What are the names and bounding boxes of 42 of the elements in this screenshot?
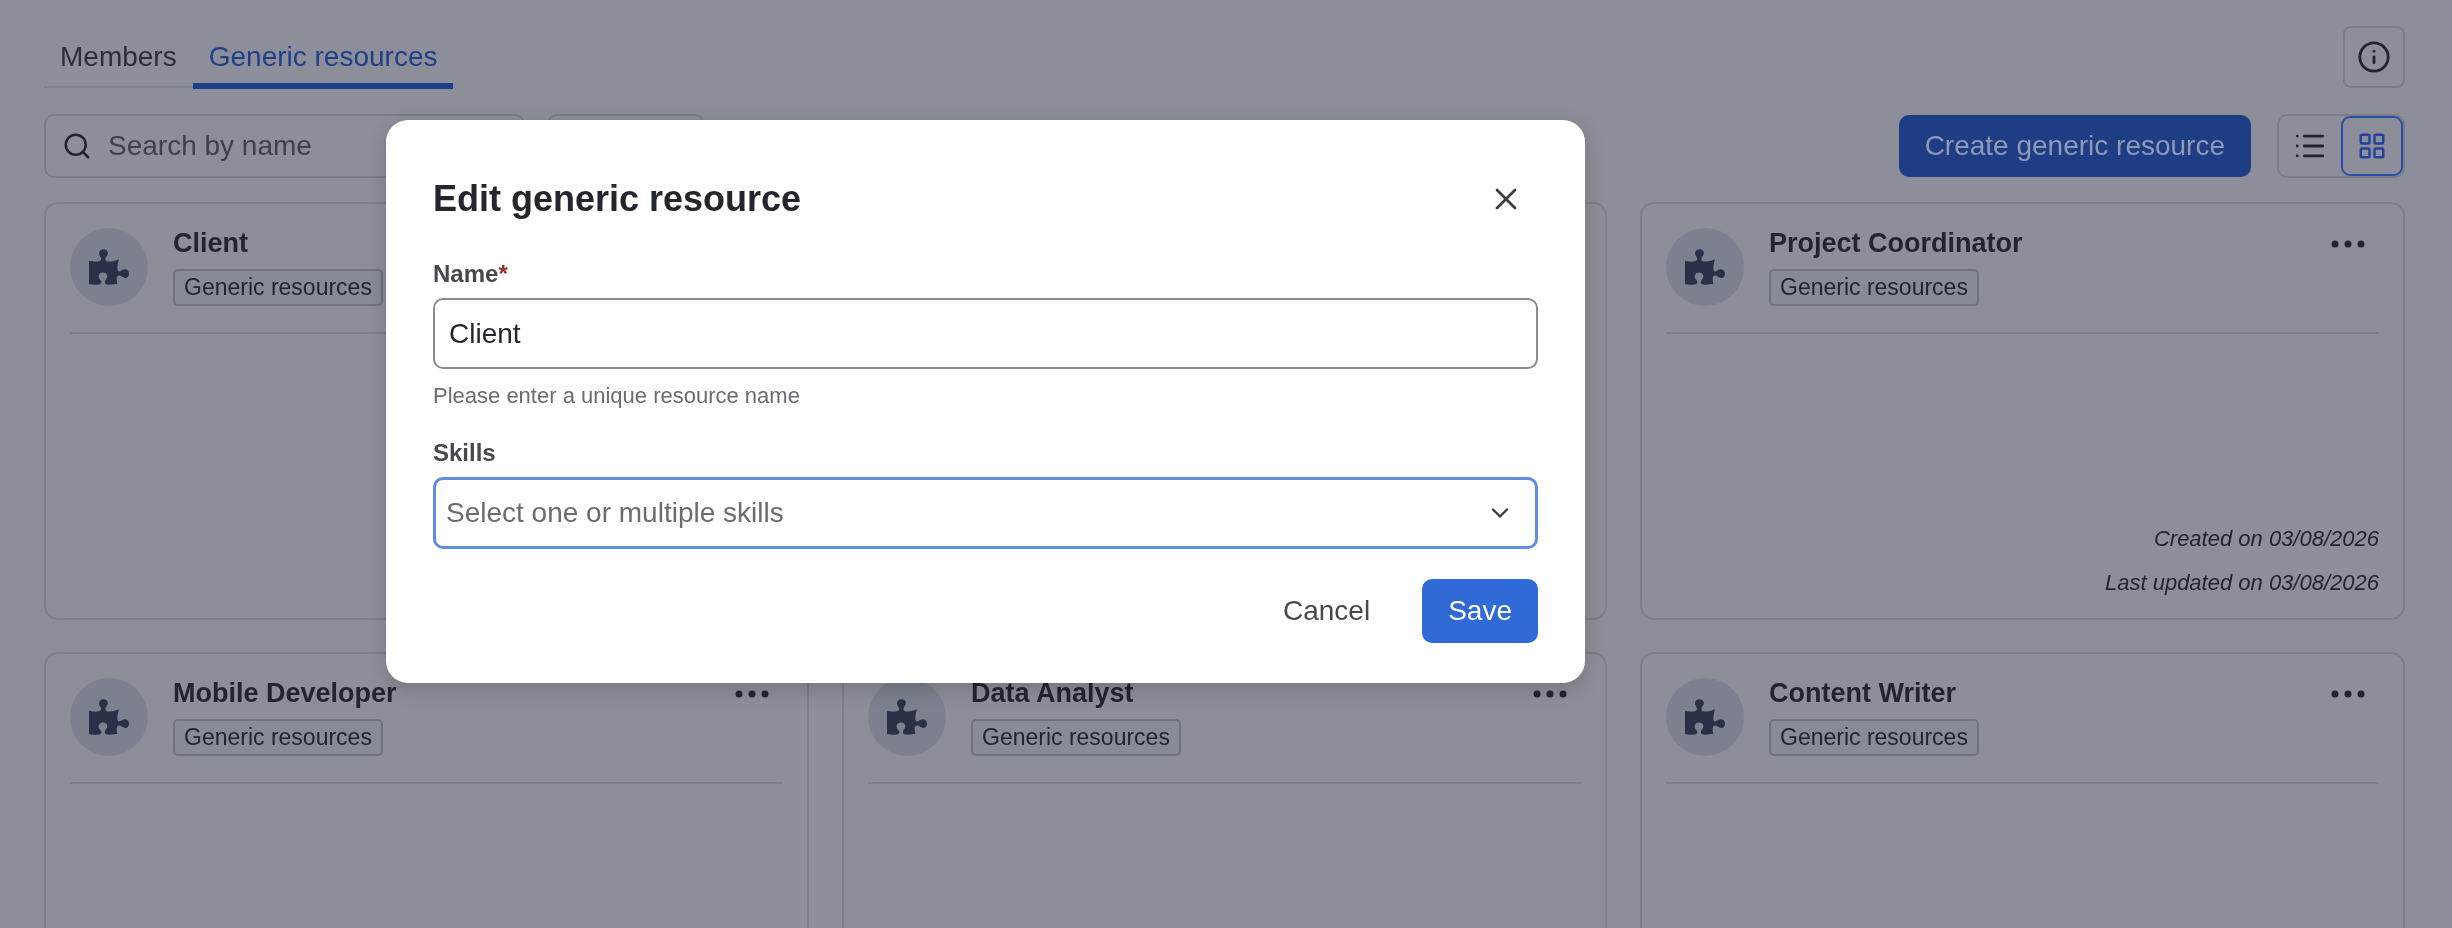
- puzzle-icon: [1685, 247, 1725, 287]
- tag: Generic resources: [173, 269, 383, 306]
- updated-date: Last updated on 03/08/2026: [2104, 570, 2379, 596]
- tag: Generic resources: [1769, 719, 1979, 756]
- create-button[interactable]: Create generic resource: [1898, 115, 2251, 177]
- more-icon: [1533, 690, 1567, 698]
- field-label: Name*: [433, 260, 509, 288]
- card-title: Mobile Developer: [173, 678, 397, 709]
- field-hint: Please enter a unique resource name: [433, 383, 801, 409]
- card-title: Project Coordinator: [1769, 228, 2023, 259]
- tab[interactable]: Members: [44, 41, 193, 89]
- skills-select[interactable]: Select one or multiple skills: [433, 477, 1538, 549]
- cancel-button[interactable]: Cancel: [1257, 579, 1397, 643]
- view-button[interactable]: [2341, 116, 2403, 176]
- search-icon: [62, 131, 92, 161]
- name-field[interactable]: Client: [433, 298, 1538, 369]
- tag: Generic resources: [971, 719, 1181, 756]
- card-title: Content Writer: [1769, 678, 1956, 709]
- more-button[interactable]: [2331, 240, 2365, 248]
- more-icon: [735, 690, 769, 698]
- puzzle-icon: [89, 247, 129, 287]
- more-button[interactable]: [2331, 690, 2365, 698]
- tag: Generic resources: [1769, 269, 1979, 306]
- more-icon: [2331, 240, 2365, 248]
- info-button[interactable]: [2343, 26, 2405, 88]
- save-button[interactable]: Save: [1422, 579, 1538, 643]
- grid-icon: [2357, 131, 2387, 161]
- tab[interactable]: Generic resources: [192, 41, 454, 89]
- info-icon: [2357, 40, 2391, 74]
- puzzle-icon: [1685, 697, 1725, 737]
- card-title: Client: [173, 228, 248, 259]
- puzzle-icon: [887, 697, 927, 737]
- dialog-title: Edit generic resource: [433, 178, 802, 220]
- more-icon: [2331, 690, 2365, 698]
- more-button[interactable]: [1533, 690, 1567, 698]
- search-field[interactable]: Search by name: [44, 114, 525, 178]
- field-label: Skills: [433, 439, 497, 467]
- puzzle-icon: [89, 697, 129, 737]
- created-date: Created on 03/08/2026: [2153, 526, 2379, 552]
- card-title: Data Analyst: [971, 678, 1134, 709]
- tag: Generic resources: [173, 719, 383, 756]
- more-button[interactable]: [735, 690, 769, 698]
